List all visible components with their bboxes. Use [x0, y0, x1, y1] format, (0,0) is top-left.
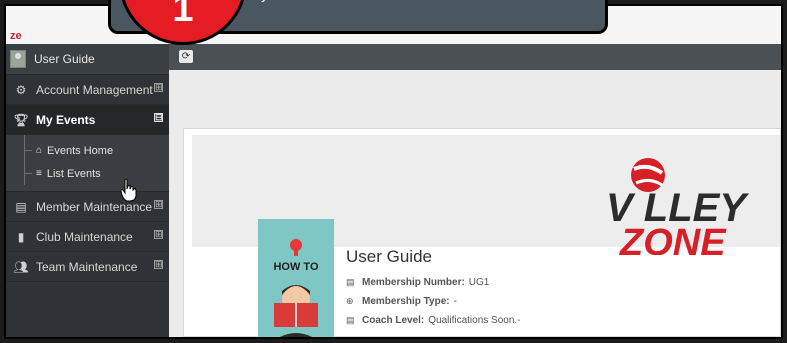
- sidebar-item-label: My Events: [36, 112, 96, 127]
- app-window: ze User Guide ⚙ Account Management ⊞ 🏆︎ …: [4, 4, 783, 339]
- hand-cursor-icon: [120, 178, 137, 202]
- list-icon: ≡: [36, 168, 42, 179]
- sidebar-item-member-maintenance[interactable]: ▤ Member Maintenance ⊞: [6, 192, 169, 222]
- sidebar: User Guide ⚙ Account Management ⊞ 🏆︎ My …: [6, 44, 169, 337]
- id-card-icon: ▤: [346, 315, 355, 325]
- membership-number-row: ▤ Membership Number: UG1: [346, 273, 521, 292]
- sidebar-subitem-label: Events Home: [47, 144, 114, 157]
- membership-number-label: Membership Number:: [362, 277, 465, 288]
- users-icon: 👥︎: [13, 259, 29, 274]
- volley-zone-logo: V LLEY ZONE: [606, 158, 749, 255]
- sidebar-subitem-events-home[interactable]: ⌂ Events Home: [6, 139, 169, 162]
- membership-type-value: -: [453, 296, 457, 307]
- building-icon: ▮: [17, 229, 25, 244]
- logo-zone-text: ZONE: [619, 222, 727, 255]
- coach-level-row: ▤ Coach Level: Qualifications Soon.-: [346, 311, 521, 330]
- sidebar-item-label: Account Management: [36, 82, 153, 97]
- plus-circle-icon: ⊕: [346, 296, 354, 306]
- membership-type-label: Membership Type:: [362, 296, 450, 307]
- step-number: 1: [172, 0, 194, 30]
- expand-icon[interactable]: ⊞: [154, 260, 163, 269]
- user-name: User Guide: [34, 52, 95, 66]
- callout-text: y: [261, 0, 269, 3]
- trophy-icon: 🏆︎: [13, 112, 29, 127]
- expand-icon[interactable]: ⊞: [154, 230, 163, 239]
- membership-type-row: ⊕ Membership Type: -: [346, 292, 521, 311]
- main-content: ⟳ V LLEY ZONE HOW TO User Guide ▤ Member…: [169, 44, 781, 337]
- sidebar-item-account-management[interactable]: ⚙ Account Management ⊞: [6, 75, 169, 105]
- refresh-icon: ⟳: [181, 51, 191, 62]
- page-title: User Guide: [346, 247, 432, 266]
- id-card-icon: ▤: [15, 199, 27, 214]
- sidebar-submenu-my-events: ⌂ Events Home ≡ List Events: [6, 135, 169, 192]
- sidebar-item-club-maintenance[interactable]: ▮ Club Maintenance ⊞: [6, 222, 169, 252]
- profile-card: V LLEY ZONE HOW TO User Guide ▤ Membersh…: [183, 128, 781, 337]
- profile-details: User Guide ▤ Membership Number: UG1 ⊕ Me…: [346, 247, 521, 330]
- gears-icon: ⚙: [15, 82, 27, 97]
- how-to-label: HOW TO: [273, 261, 319, 273]
- expand-icon[interactable]: ⊞: [154, 83, 163, 92]
- sidebar-item-team-maintenance[interactable]: 👥︎ Team Maintenance ⊞: [6, 252, 169, 282]
- refresh-button[interactable]: ⟳: [179, 50, 193, 63]
- collapse-icon[interactable]: ⊟: [154, 113, 163, 122]
- sidebar-item-label: Club Maintenance: [36, 229, 133, 244]
- sidebar-item-my-events[interactable]: 🏆︎ My Events ⊟: [6, 105, 169, 135]
- how-to-illustration: [274, 239, 318, 337]
- membership-number-value: UG1: [468, 277, 490, 288]
- how-to-image: HOW TO: [258, 219, 334, 337]
- sidebar-user[interactable]: User Guide: [6, 44, 169, 75]
- coach-level-label: Coach Level:: [362, 315, 425, 326]
- tutorial-callout: 1 y: [108, 0, 608, 45]
- toolbar: ⟳: [169, 44, 781, 70]
- expand-icon[interactable]: ⊞: [154, 200, 163, 209]
- sidebar-subitem-label: List Events: [46, 167, 101, 180]
- sidebar-subitem-list-events[interactable]: ≡ List Events: [6, 162, 169, 185]
- id-card-icon: ▤: [346, 277, 355, 287]
- brand-logo[interactable]: ze: [10, 30, 22, 42]
- coach-level-value: Qualifications Soon.-: [428, 315, 521, 326]
- home-icon: ⌂: [36, 145, 43, 156]
- sidebar-item-label: Team Maintenance: [36, 259, 138, 274]
- avatar: [10, 50, 26, 68]
